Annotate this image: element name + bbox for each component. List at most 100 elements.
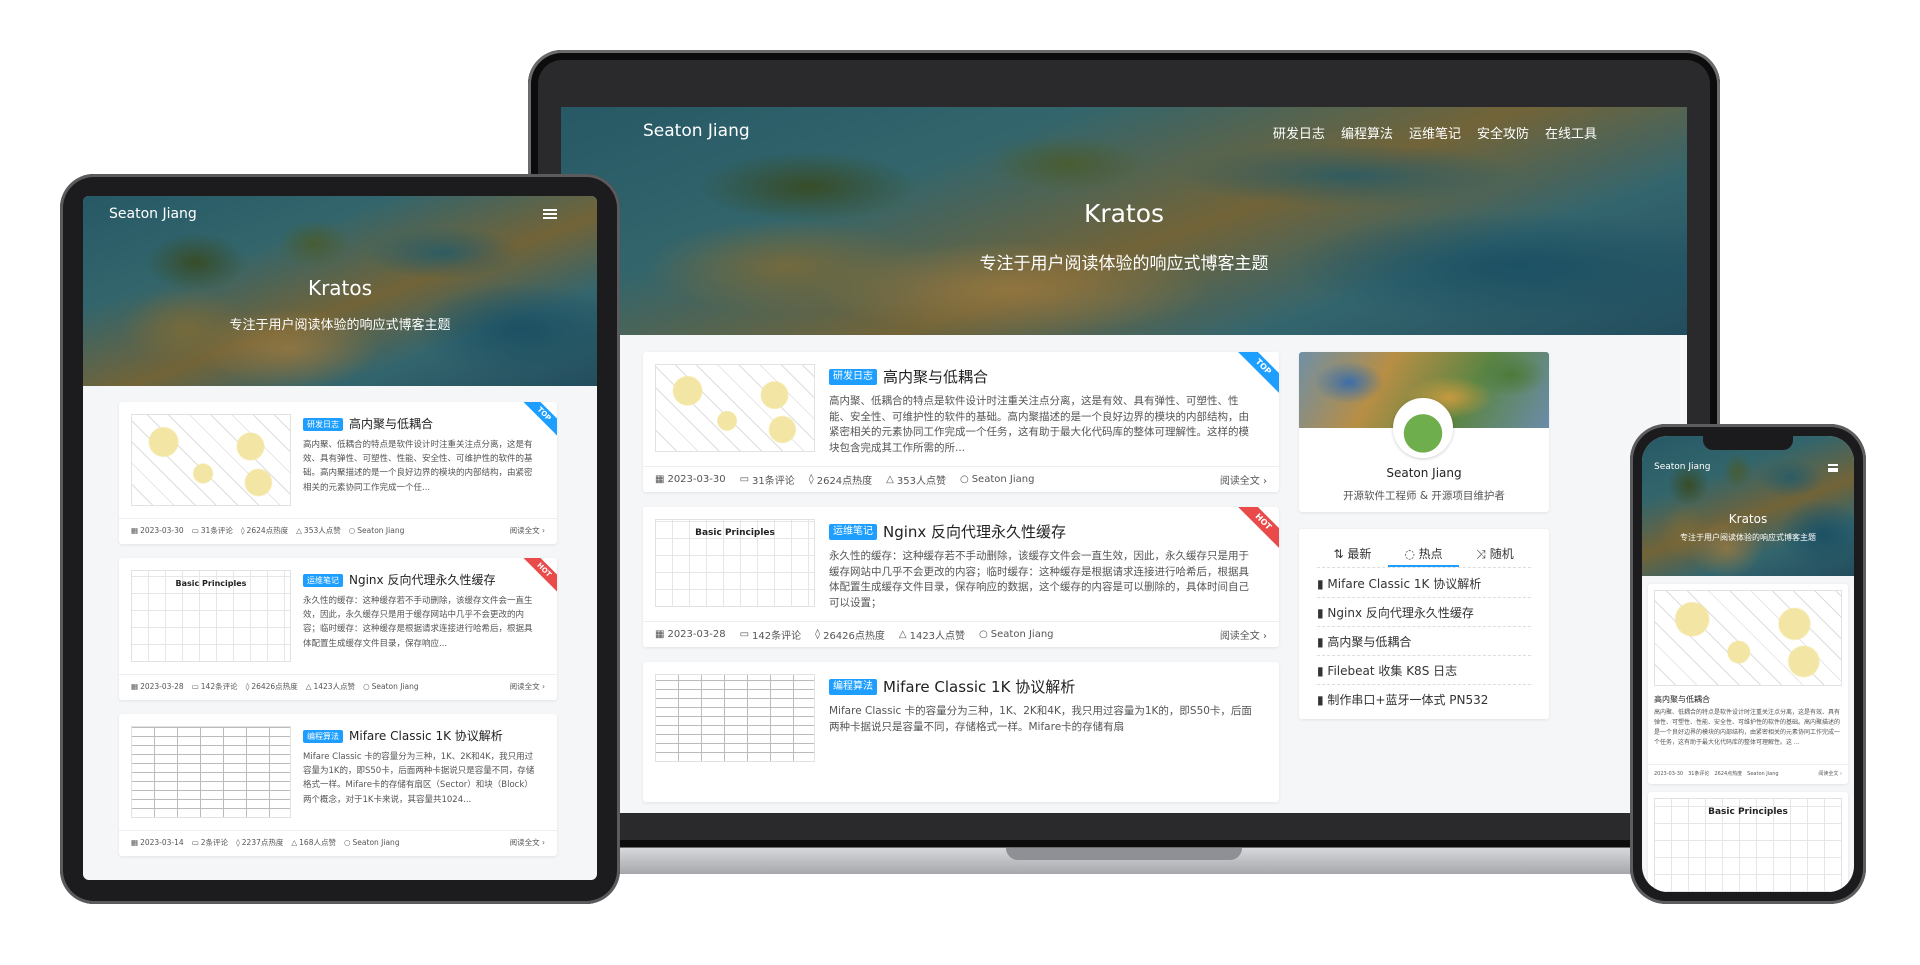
post-thumbnail[interactable] [131,414,291,506]
post-card[interactable]: 编程算法 Mifare Classic 1K 协议解析 Mifare Class… [643,662,1279,802]
category-tag[interactable]: 研发日志 [829,369,877,385]
post-author[interactable]: Seaton Jiang [972,474,1035,485]
tab-hot[interactable]: ◌ 热点 [1388,545,1459,562]
post-heat: 2237点热度 [241,838,284,847]
post-author[interactable]: Seaton Jiang [1747,771,1778,777]
hero-subtitle: 专注于用户阅读体验的响应式博客主题 [229,318,451,333]
post-comments[interactable]: 2条评论 [201,837,228,848]
category-tag[interactable]: 编程算法 [303,730,343,743]
read-more-link[interactable]: 阅读全文 › [1220,627,1267,642]
post-comments[interactable]: 142条评论 [201,681,238,692]
post-title[interactable]: Mifare Classic 1K 协议解析 [883,676,1075,697]
post-title[interactable]: 高内聚与低耦合 [349,415,433,432]
post-title[interactable]: Nginx 反向代理永久性缓存 [883,521,1066,542]
widget-item[interactable]: ▮ Nginx 反向代理永久性缓存 [1317,604,1474,621]
post-card[interactable]: 编程算法 Mifare Classic 1K 协议解析 Mifare Class… [119,714,557,856]
avatar[interactable] [1393,398,1453,458]
brand-logo[interactable]: Seaton Jiang [109,206,197,222]
hamburger-menu-icon[interactable] [543,209,557,219]
profile-bio: 开源软件工程师 & 开源项目维护者 [1343,490,1505,502]
read-more-link[interactable]: 阅读全文 › [510,525,545,536]
tab-latest[interactable]: ⇅ 最新 [1317,545,1388,562]
post-title[interactable]: 高内聚与低耦合 [883,366,988,387]
post-excerpt: 永久性的缓存：这种缓存若不手动删除，该缓存文件会一直生效，因此，永久缓存只是用于… [829,550,1249,609]
thumbs-up-icon: △ [305,682,312,691]
post-thumbnail[interactable]: Basic Principles [655,519,815,607]
post-comments[interactable]: 142条评论 [752,627,801,642]
user-icon: ○ [979,629,988,640]
nav-item[interactable]: 在线工具 [1545,123,1597,142]
nav-item[interactable]: 安全攻防 [1477,123,1529,142]
post-title[interactable]: Nginx 反向代理永久性缓存 [349,571,495,588]
category-tag[interactable]: 编程算法 [829,679,877,695]
thumbnail-caption: Basic Principles [175,579,247,588]
post-author[interactable]: Seaton Jiang [357,526,404,535]
main-nav: 研发日志 编程算法 运维笔记 安全攻防 在线工具 [1273,123,1597,142]
post-card[interactable]: Basic Principles [1648,792,1848,892]
post-thumbnail[interactable] [655,674,815,762]
post-comments[interactable]: 31条评论 [201,525,233,536]
post-excerpt: 高内聚、低耦合的特点是软件设计时注重关注点分离，这是有效、具有弹性、可塑性、性能… [303,440,533,493]
widget-item[interactable]: ▮ Mifare Classic 1K 协议解析 [1317,575,1481,592]
post-author[interactable]: Seaton Jiang [991,629,1054,640]
post-thumbnail[interactable]: Basic Principles [131,570,291,662]
nav-item[interactable]: 运维笔记 [1409,123,1461,142]
post-card[interactable]: 高内聚与低耦合 高内聚、低耦合的特点是软件设计时注重关注点分离，这是有效、具有弹… [1648,584,1848,784]
post-likes[interactable]: 1423人点赞 [910,627,965,642]
post-author[interactable]: Seaton Jiang [372,682,419,691]
post-title[interactable]: Mifare Classic 1K 协议解析 [349,727,503,744]
post-thumbnail[interactable] [655,364,815,452]
calendar-icon: ▦ [131,838,139,847]
post-date: 2023-03-28 [667,629,726,640]
post-title[interactable]: 高内聚与低耦合 [1654,694,1710,705]
post-heat: 26426点热度 [823,631,885,642]
post-card[interactable]: Basic Principles 运维笔记 Nginx 反向代理永久性缓存 永久… [119,558,557,700]
post-comments[interactable]: 31条评论 [752,472,795,487]
post-meta: 2023-03-30 31条评论 2624点热度 Seaton Jiang [1654,770,1779,778]
widget-item[interactable]: ▮ Filebeat 收集 K8S 日志 [1317,662,1457,679]
fire-icon: ◌ [1404,547,1419,561]
tab-random[interactable]: ⤨ 随机 [1459,545,1531,562]
post-likes[interactable]: 353人点赞 [304,525,341,536]
fire-icon: ◊ [240,526,245,535]
thumbnail-caption: Basic Principles [695,528,775,538]
post-likes[interactable]: 353人点赞 [897,472,946,487]
category-tag[interactable]: 运维笔记 [829,524,877,540]
book-icon: ▮ [1317,664,1328,678]
nav-item[interactable]: 编程算法 [1341,123,1393,142]
post-likes[interactable]: 1423人点赞 [313,681,355,692]
post-author[interactable]: Seaton Jiang [353,838,400,847]
phone-notch [1703,436,1793,450]
post-thumbnail[interactable] [1654,590,1842,686]
post-card[interactable]: Basic Principles 运维笔记 Nginx 反向代理永久性缓存 永久… [643,507,1279,647]
post-heat: 2624点热度 [246,526,289,535]
category-tag[interactable]: 研发日志 [303,418,343,431]
calendar-icon: ▦ [131,526,139,535]
brand-logo[interactable]: Seaton Jiang [1654,462,1710,472]
read-more-link[interactable]: 阅读全文 › [1818,770,1842,777]
post-card[interactable]: 研发日志 高内聚与低耦合 高内聚、低耦合的特点是软件设计时注重关注点分离，这是有… [643,352,1279,492]
fire-icon: ◊ [815,629,821,640]
post-thumbnail[interactable]: Basic Principles [1654,798,1842,892]
post-date: 2023-03-30 [667,474,726,485]
category-tag[interactable]: 运维笔记 [303,574,343,587]
widget-item[interactable]: ▮ 高内聚与低耦合 [1317,633,1411,650]
read-more-link[interactable]: 阅读全文 › [510,837,545,848]
comment-icon: ▭ [739,474,750,485]
hero-title: Kratos [307,276,373,300]
post-likes[interactable]: 168人点赞 [299,837,336,848]
widget-item[interactable]: ▮ 制作串口+蓝牙一体式 PN532 [1317,691,1488,708]
read-more-link[interactable]: 阅读全文 › [510,681,545,692]
post-meta: ▦ 2023-03-30 ▭ 31条评论 ◊ 2624点热度 △ 353人点赞 ○ Sea… [655,472,1034,487]
post-card[interactable]: 研发日志 高内聚与低耦合 高内聚、低耦合的特点是软件设计时注重关注点分离，这是有… [119,402,557,544]
brand-logo[interactable]: Seaton Jiang [643,121,750,141]
read-more-link[interactable]: 阅读全文 › [1220,472,1267,487]
hero-banner: Seaton Jiang 研发日志 编程算法 运维笔记 安全攻防 在线工具 Kr… [561,107,1687,335]
nav-item[interactable]: 研发日志 [1273,123,1325,142]
post-thumbnail[interactable] [131,726,291,818]
post-comments[interactable]: 31条评论 [1688,770,1709,777]
thumbs-up-icon: △ [296,526,302,535]
user-icon: ○ [348,526,356,535]
user-icon: ○ [343,838,351,847]
hamburger-menu-icon[interactable] [1828,464,1838,472]
